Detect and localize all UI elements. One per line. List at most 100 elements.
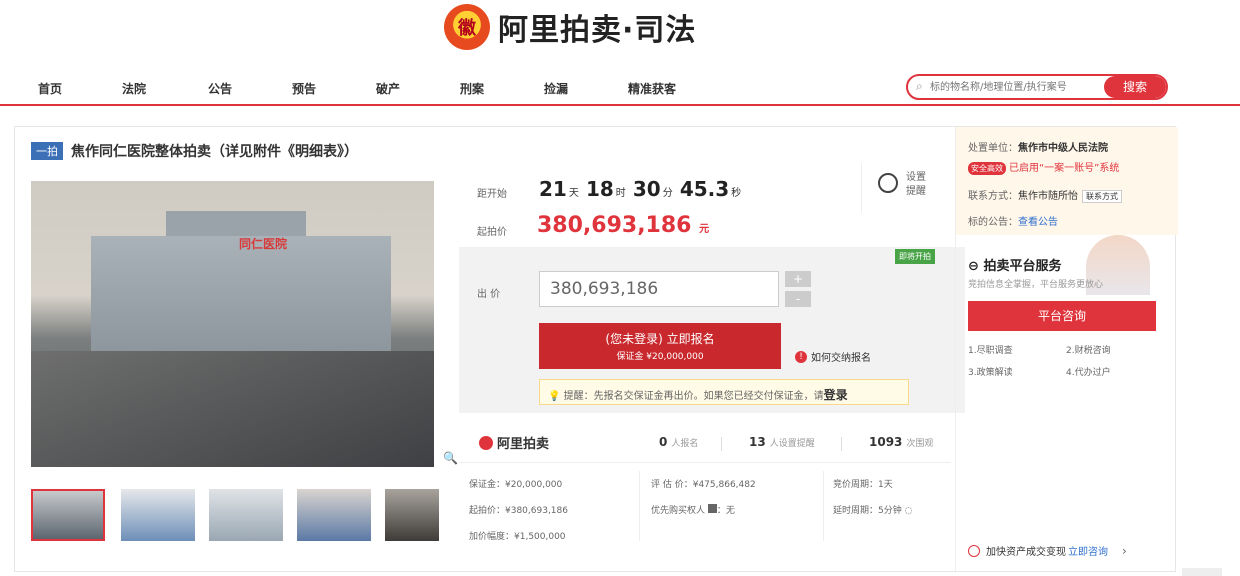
- minutes-unit: 分: [662, 188, 673, 199]
- fast-consult-row[interactable]: 加快资产成交变现 立即咨询 ›: [968, 543, 1127, 558]
- notice-label: 标的公告：: [968, 217, 1018, 228]
- start-price-unit: 元: [699, 224, 710, 235]
- signup-button[interactable]: (您未登录) 立即报名 保证金 ¥20,000,000: [539, 323, 781, 369]
- service-item[interactable]: 3.政策解读: [968, 365, 1013, 378]
- countdown-label: 距开始: [477, 189, 507, 200]
- platform-text: 拍卖平台服务: [983, 259, 1062, 274]
- seconds-unit: 秒: [731, 188, 742, 199]
- nav-bankruptcy[interactable]: 破产: [376, 80, 400, 97]
- auction-panel: 一拍 焦作同仁医院整体拍卖（详见附件《明细表》） 同仁医院 🔍 距开始 21 天 …: [14, 126, 1178, 573]
- set-reminder[interactable]: 设置提醒: [861, 163, 937, 213]
- bid-label: 出 价: [477, 289, 501, 300]
- disposal-label: 处置单位：: [968, 143, 1018, 154]
- start-price: 380,693,186 元: [537, 213, 709, 238]
- hammer-icon: [479, 435, 493, 450]
- stats-bar: 阿里拍卖 0 人报名 13 人设置提醒 1093 次围观: [459, 423, 951, 463]
- safe-badge: 安全高效: [968, 162, 1006, 175]
- item-title: 一拍 焦作同仁医院整体拍卖（详见附件《明细表》）: [31, 141, 358, 161]
- disposal-unit: 处置单位：焦作市中级人民法院: [968, 139, 1108, 154]
- logo[interactable]: 徽 阿里拍卖·司法: [444, 4, 696, 50]
- views-count: 1093: [869, 435, 903, 449]
- signups-label: 人报名: [671, 439, 699, 449]
- delay-text: 延时周期：5分钟: [833, 506, 902, 516]
- bid-minus-button[interactable]: -: [785, 291, 811, 307]
- right-sidebar: 处置单位：焦作市中级人民法院 安全高效 已启用“一案一账号”系统 联系方式：焦作市…: [955, 127, 1178, 573]
- detail-period: 竞价周期：1天: [833, 480, 893, 490]
- alarm-clock-icon: [878, 173, 898, 193]
- bid-input[interactable]: [539, 271, 779, 307]
- reminders-count: 13: [749, 435, 766, 449]
- signup-line1: (您未登录) 立即报名: [605, 332, 715, 346]
- nav-criminal[interactable]: 刑案: [460, 80, 484, 97]
- alipm-brand: 阿里拍卖: [479, 433, 549, 452]
- nav-home[interactable]: 首页: [38, 80, 62, 97]
- bid-plus-button[interactable]: +: [785, 271, 811, 287]
- how-to-pay-link[interactable]: ! 如何交纳报名: [795, 349, 871, 364]
- stat-signups: 0 人报名: [659, 435, 698, 449]
- fast-text: 加快资产成交变现: [986, 547, 1066, 558]
- logo-text: 阿里拍卖·司法: [498, 13, 697, 48]
- priority-value: ：无: [716, 506, 735, 516]
- service-item[interactable]: 2.财税咨询: [1066, 343, 1111, 356]
- how-to-pay-text: 如何交纳报名: [811, 353, 871, 364]
- safe-system[interactable]: 安全高效 已启用“一案一账号”系统: [968, 159, 1119, 175]
- detail-start-price: 起拍价：¥380,693,186: [469, 506, 568, 516]
- safe-text: 已启用“一案一账号”系统: [1009, 163, 1120, 174]
- thumbnail-1[interactable]: [31, 489, 105, 541]
- zoom-icon[interactable]: 🔍: [443, 451, 458, 465]
- nav-bargain[interactable]: 捡漏: [544, 80, 568, 97]
- info-icon: !: [795, 350, 807, 363]
- notice-link[interactable]: 查看公告: [1018, 217, 1058, 228]
- search-box: ⌕ 搜索: [906, 74, 1168, 100]
- fast-link[interactable]: 立即咨询: [1068, 543, 1108, 558]
- item-title-text: 焦作同仁医院整体拍卖（详见附件《明细表》）: [71, 144, 358, 160]
- main-photo[interactable]: 同仁医院: [31, 181, 434, 467]
- page-corner: [1182, 568, 1222, 576]
- signups-count: 0: [659, 435, 668, 449]
- detail-deposit: 保证金：¥20,000,000: [469, 480, 563, 490]
- round-tag: 一拍: [31, 142, 63, 160]
- platform-consult-button[interactable]: 平台咨询: [968, 301, 1156, 331]
- bulb-icon: 💡: [548, 391, 561, 402]
- nav-court[interactable]: 法院: [122, 80, 146, 97]
- nav-notice[interactable]: 公告: [208, 80, 232, 97]
- service-icon: ⊖: [968, 259, 979, 274]
- search-button[interactable]: 搜索: [1104, 76, 1166, 98]
- thumbnail-2[interactable]: [121, 489, 195, 541]
- service-item[interactable]: 4.代办过户: [1066, 365, 1111, 378]
- tip-text: 提醒：先报名交保证金再出价。如果您已经交付保证金，请: [563, 391, 824, 402]
- help-icon[interactable]: ◌: [905, 506, 913, 516]
- nav-precise[interactable]: 精准获客: [628, 80, 676, 97]
- contact-button[interactable]: 联系方式: [1082, 190, 1122, 203]
- countdown-minutes: 30: [632, 177, 661, 201]
- detail-increment: 加价幅度：¥1,500,000: [469, 532, 566, 542]
- countdown: 21 天 18 时 30 分 45.3 秒: [539, 177, 743, 201]
- signup-line2: 保证金 ¥20,000,000: [616, 352, 704, 362]
- detail-appraisal: 评 估 价：¥475,866,482: [651, 480, 756, 490]
- divider: [721, 437, 722, 451]
- divider: [639, 471, 640, 541]
- divider: [823, 471, 824, 541]
- search-input[interactable]: [930, 76, 1106, 98]
- nav-preview[interactable]: 预告: [292, 80, 316, 97]
- brand-text: 阿里拍卖: [497, 437, 550, 452]
- start-price-value: 380,693,186: [537, 213, 692, 238]
- status-badge: 即将开拍: [895, 249, 935, 264]
- reminders-label: 人设置提醒: [769, 439, 815, 449]
- thumbnail-3[interactable]: [209, 489, 283, 541]
- login-link[interactable]: 登录: [824, 388, 848, 402]
- priority-badge-icon: [707, 504, 717, 513]
- stat-views: 1093 次围观: [869, 435, 933, 449]
- consult-icon: [968, 544, 980, 557]
- hours-unit: 时: [615, 188, 626, 199]
- building-sign: 同仁医院: [239, 237, 288, 251]
- thumbnail-5[interactable]: [385, 489, 439, 541]
- search-icon: ⌕: [916, 79, 923, 93]
- countdown-hours: 18: [585, 177, 614, 201]
- service-item[interactable]: 1.尽职调查: [968, 343, 1013, 356]
- contact-label: 联系方式：: [968, 191, 1018, 202]
- days-unit: 天: [568, 188, 579, 199]
- tip-bar: 💡 提醒：先报名交保证金再出价。如果您已经交付保证金，请登录: [539, 379, 909, 405]
- thumbnail-4[interactable]: [297, 489, 371, 541]
- countdown-days: 21: [539, 177, 567, 201]
